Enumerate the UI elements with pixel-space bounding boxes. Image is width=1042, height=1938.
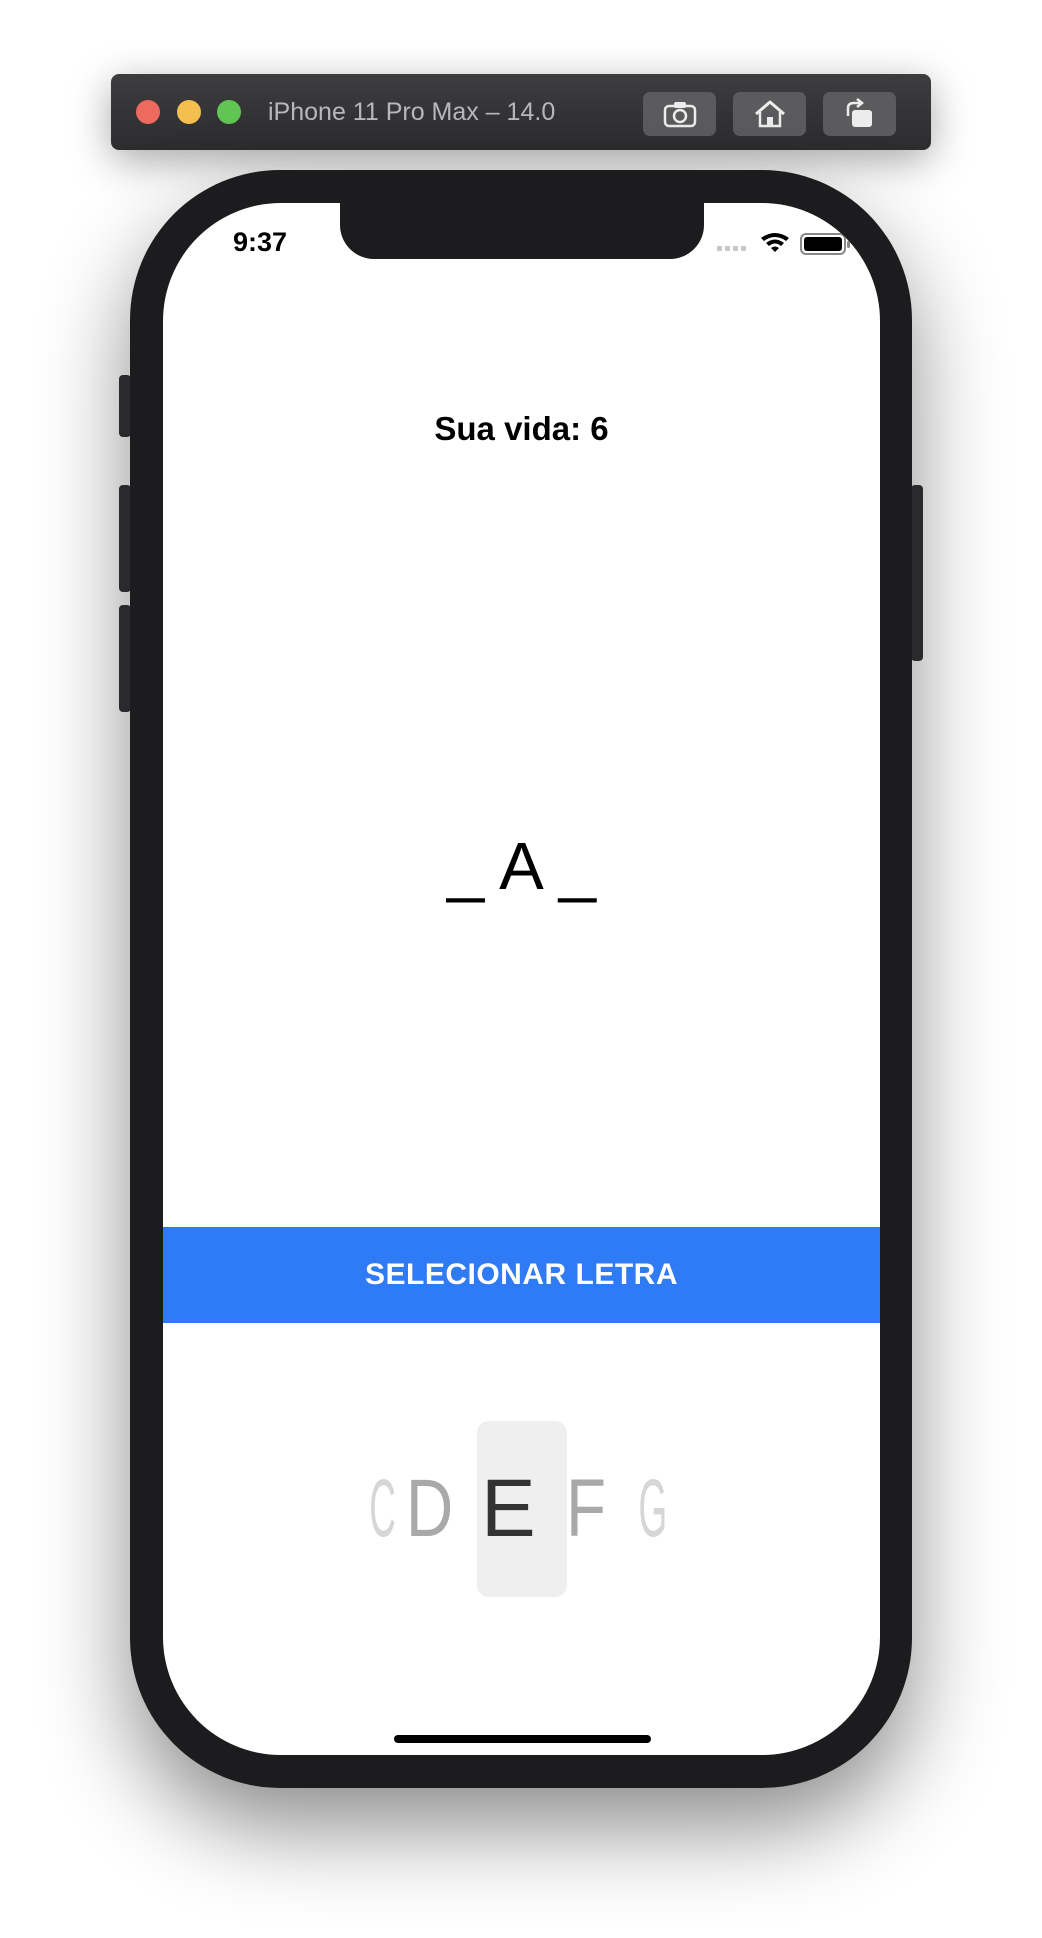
select-letter-button[interactable]: SELECIONAR LETRA xyxy=(163,1227,880,1323)
wifi-icon xyxy=(761,233,789,252)
rotate-icon xyxy=(846,98,872,127)
picker-letter[interactable]: G xyxy=(639,1449,668,1569)
screenshot-icon xyxy=(663,102,696,128)
status-time: 9:37 xyxy=(233,227,288,257)
letter-picker[interactable]: C D E F G xyxy=(363,1449,683,1569)
rotate-button[interactable] xyxy=(823,92,896,136)
life-counter: Sua vida: 6 xyxy=(434,410,609,447)
device-screen: 9:37 Sua vida: 6 _ A _ SELECIONAR LETRA … xyxy=(163,203,880,1755)
home-icon xyxy=(754,100,785,128)
home-button[interactable] xyxy=(733,92,806,136)
close-window-button[interactable] xyxy=(136,100,160,124)
zoom-window-button[interactable] xyxy=(217,100,241,124)
picker-letter[interactable]: C xyxy=(369,1449,396,1569)
simulator-title-bar: iPhone 11 Pro Max – 14.0 xyxy=(111,74,931,150)
home-indicator[interactable] xyxy=(394,1735,651,1743)
minimize-window-button[interactable] xyxy=(177,100,201,124)
power-button[interactable] xyxy=(911,485,923,661)
picker-letter-selected[interactable]: E xyxy=(481,1449,536,1569)
battery-icon xyxy=(800,233,850,255)
hidden-word: _ A _ xyxy=(446,829,597,904)
notch xyxy=(340,203,704,259)
window-title: iPhone 11 Pro Max – 14.0 xyxy=(268,98,556,126)
status-icons xyxy=(717,233,850,255)
cellular-icon xyxy=(717,246,746,251)
picker-letter[interactable]: D xyxy=(406,1449,453,1569)
picker-letter[interactable]: F xyxy=(566,1449,606,1569)
screenshot-button[interactable] xyxy=(643,92,716,136)
